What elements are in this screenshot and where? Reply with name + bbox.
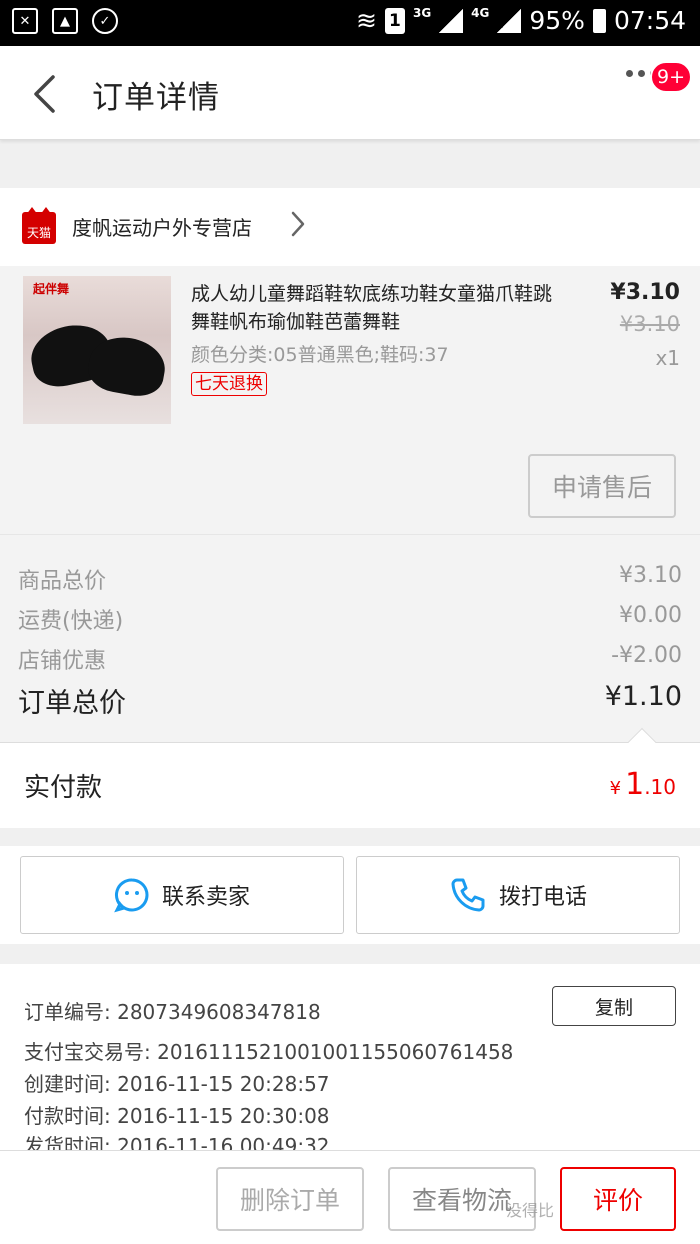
page-title: 订单详情 (92, 80, 220, 116)
delete-order-button[interactable]: 删除订单 (216, 1167, 364, 1231)
chat-bubble-icon (114, 878, 149, 913)
product-title[interactable]: 成人幼儿童舞蹈鞋软底练功鞋女童猫爪鞋跳舞鞋帆布瑜伽鞋芭蕾舞鞋 (191, 280, 561, 336)
product-price: ¥3.10 (610, 280, 680, 305)
app-header: 订单详情 (0, 46, 700, 140)
status-bar: ✕ ▲ ✓ ≋ 1 3G 4G 95% 07:54 (0, 0, 700, 46)
system-status: ≋ 1 3G 4G 95% 07:54 (356, 5, 686, 36)
order-total-label: 订单总价 (18, 688, 126, 719)
contact-seller-button[interactable]: 联系卖家 (20, 856, 344, 934)
signal-icon-2 (497, 8, 522, 33)
network-type-3g: 3G (412, 5, 432, 20)
product-sku: 颜色分类:05普通黑色;鞋码:37 (191, 344, 449, 366)
clock: 07:54 (613, 6, 686, 35)
copy-order-number-button[interactable]: 复制 (552, 986, 676, 1026)
order-total-value: ¥1.10 (604, 681, 682, 712)
product-item[interactable]: 起伴舞 成人幼儿童舞蹈鞋软底练功鞋女童猫爪鞋跳舞鞋帆布瑜伽鞋芭蕾舞鞋 颜色分类:… (0, 266, 700, 534)
return-policy-tag: 七天退换 (191, 372, 267, 396)
actual-payment-value: ¥ 1 .10 (609, 767, 676, 802)
rate-button[interactable]: 评价 (560, 1167, 676, 1231)
order-number-row: 订单编号: 2807349608347818 (24, 1000, 321, 1024)
battery-icon (592, 8, 606, 33)
paid-time-row: 付款时间: 2016-11-15 20:30:08 (24, 1104, 330, 1128)
order-total-row: 订单总价 ¥1.10 (18, 681, 682, 720)
notification-icons: ✕ ▲ ✓ (12, 8, 118, 34)
notification-badge: 9+ (650, 61, 693, 93)
shop-row[interactable]: 天猫 度帆运动户外专营店 (0, 188, 700, 266)
chevron-left-icon (34, 75, 55, 113)
actual-payment: 实付款 ¥ 1 .10 (0, 727, 700, 828)
bottom-action-bar: 删除订单 查看物流 评价 没得比 (0, 1150, 700, 1244)
shield-check-icon: ✓ (92, 8, 118, 34)
summary-row: 店铺优惠 -¥2.00 (18, 643, 682, 674)
price-summary: 商品总价 ¥3.10 运费(快递) ¥0.00 店铺优惠 -¥2.00 订单总价… (0, 534, 700, 742)
watermark: 没得比 (506, 1201, 555, 1220)
battery-percent: 95% (529, 6, 585, 35)
actual-payment-label: 实付款 (24, 773, 103, 803)
summary-row: 商品总价 ¥3.10 (18, 563, 682, 594)
more-icon (626, 70, 633, 77)
wifi-icon: ≋ (356, 6, 377, 35)
summary-row: 运费(快递) ¥0.00 (18, 603, 682, 634)
app-notification-icon: ✕ (12, 8, 38, 34)
product-original-price: ¥3.10 (619, 312, 680, 336)
shipped-time-row: 发货时间: 2016-11-16 00:49:32 (24, 1134, 330, 1150)
product-thumbnail[interactable]: 起伴舞 (23, 276, 171, 424)
product-brand-logo: 起伴舞 (33, 282, 70, 296)
created-time-row: 创建时间: 2016-11-15 20:28:57 (24, 1072, 330, 1096)
order-number: 2807349608347818 (117, 1000, 321, 1024)
back-button[interactable] (24, 72, 64, 116)
sim-slot-icon: 1 (384, 7, 405, 34)
product-quantity: x1 (655, 346, 680, 370)
chevron-right-icon (291, 211, 305, 237)
signal-icon (439, 8, 464, 33)
after-sale-button[interactable]: 申请售后 (528, 454, 676, 518)
gallery-icon: ▲ (52, 8, 78, 34)
tmall-logo-icon: 天猫 (22, 207, 56, 244)
contact-section: 联系卖家 拨打电话 (0, 846, 700, 944)
phone-icon (451, 878, 485, 912)
order-info: 订单编号: 2807349608347818 复制 支付宝交易号: 201611… (0, 964, 700, 1150)
shop-name: 度帆运动户外专营店 (72, 216, 252, 240)
network-type-4g: 4G (471, 5, 490, 20)
call-phone-button[interactable]: 拨打电话 (356, 856, 680, 934)
alipay-trade-row: 支付宝交易号: 2016111521001001155060761458 (24, 1040, 514, 1064)
